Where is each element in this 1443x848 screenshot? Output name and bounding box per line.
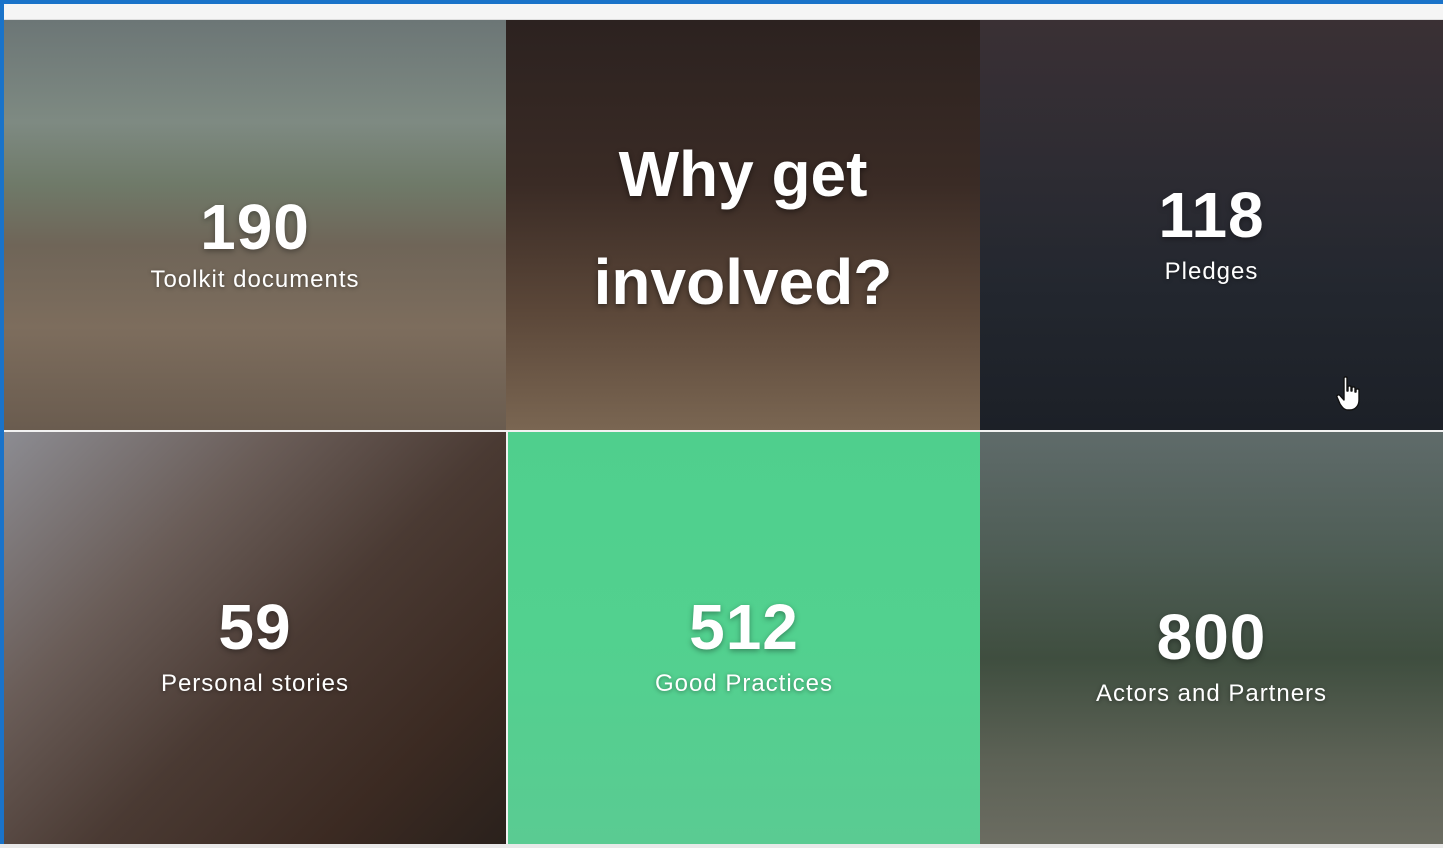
page-headline: Why get involved?	[506, 120, 980, 336]
headline-line-2: involved?	[593, 246, 893, 318]
stat-label: Good Practices	[654, 670, 834, 697]
stat-count: 118	[1158, 179, 1265, 251]
stat-tile-actors-partners[interactable]: 800 Actors and Partners	[980, 432, 1443, 844]
stat-tile-toolkit-documents[interactable]: 190 Toolkit documents	[4, 20, 506, 430]
stat-label: Personal stories	[160, 670, 350, 697]
stat-label: Toolkit documents	[150, 266, 360, 293]
stat-count: 59	[218, 591, 292, 663]
stat-count: 800	[1156, 601, 1267, 673]
headline-tile: Why get involved?	[506, 20, 980, 430]
stat-label: Actors and Partners	[1095, 680, 1328, 707]
headline-line-1: Why get	[618, 138, 868, 210]
page-bottom-edge	[0, 844, 1443, 848]
stats-grid: 190 Toolkit documents Why get involved? …	[4, 20, 1443, 844]
stat-tile-good-practices[interactable]: 512 Good Practices	[508, 432, 980, 844]
stat-count: 190	[200, 191, 310, 263]
stat-tile-pledges[interactable]: 118 Pledges	[980, 20, 1443, 430]
stat-count: 512	[689, 591, 799, 663]
stat-tile-personal-stories[interactable]: 59 Personal stories	[4, 432, 506, 844]
stat-label: Pledges	[1164, 258, 1259, 285]
page-top-edge	[4, 4, 1443, 20]
